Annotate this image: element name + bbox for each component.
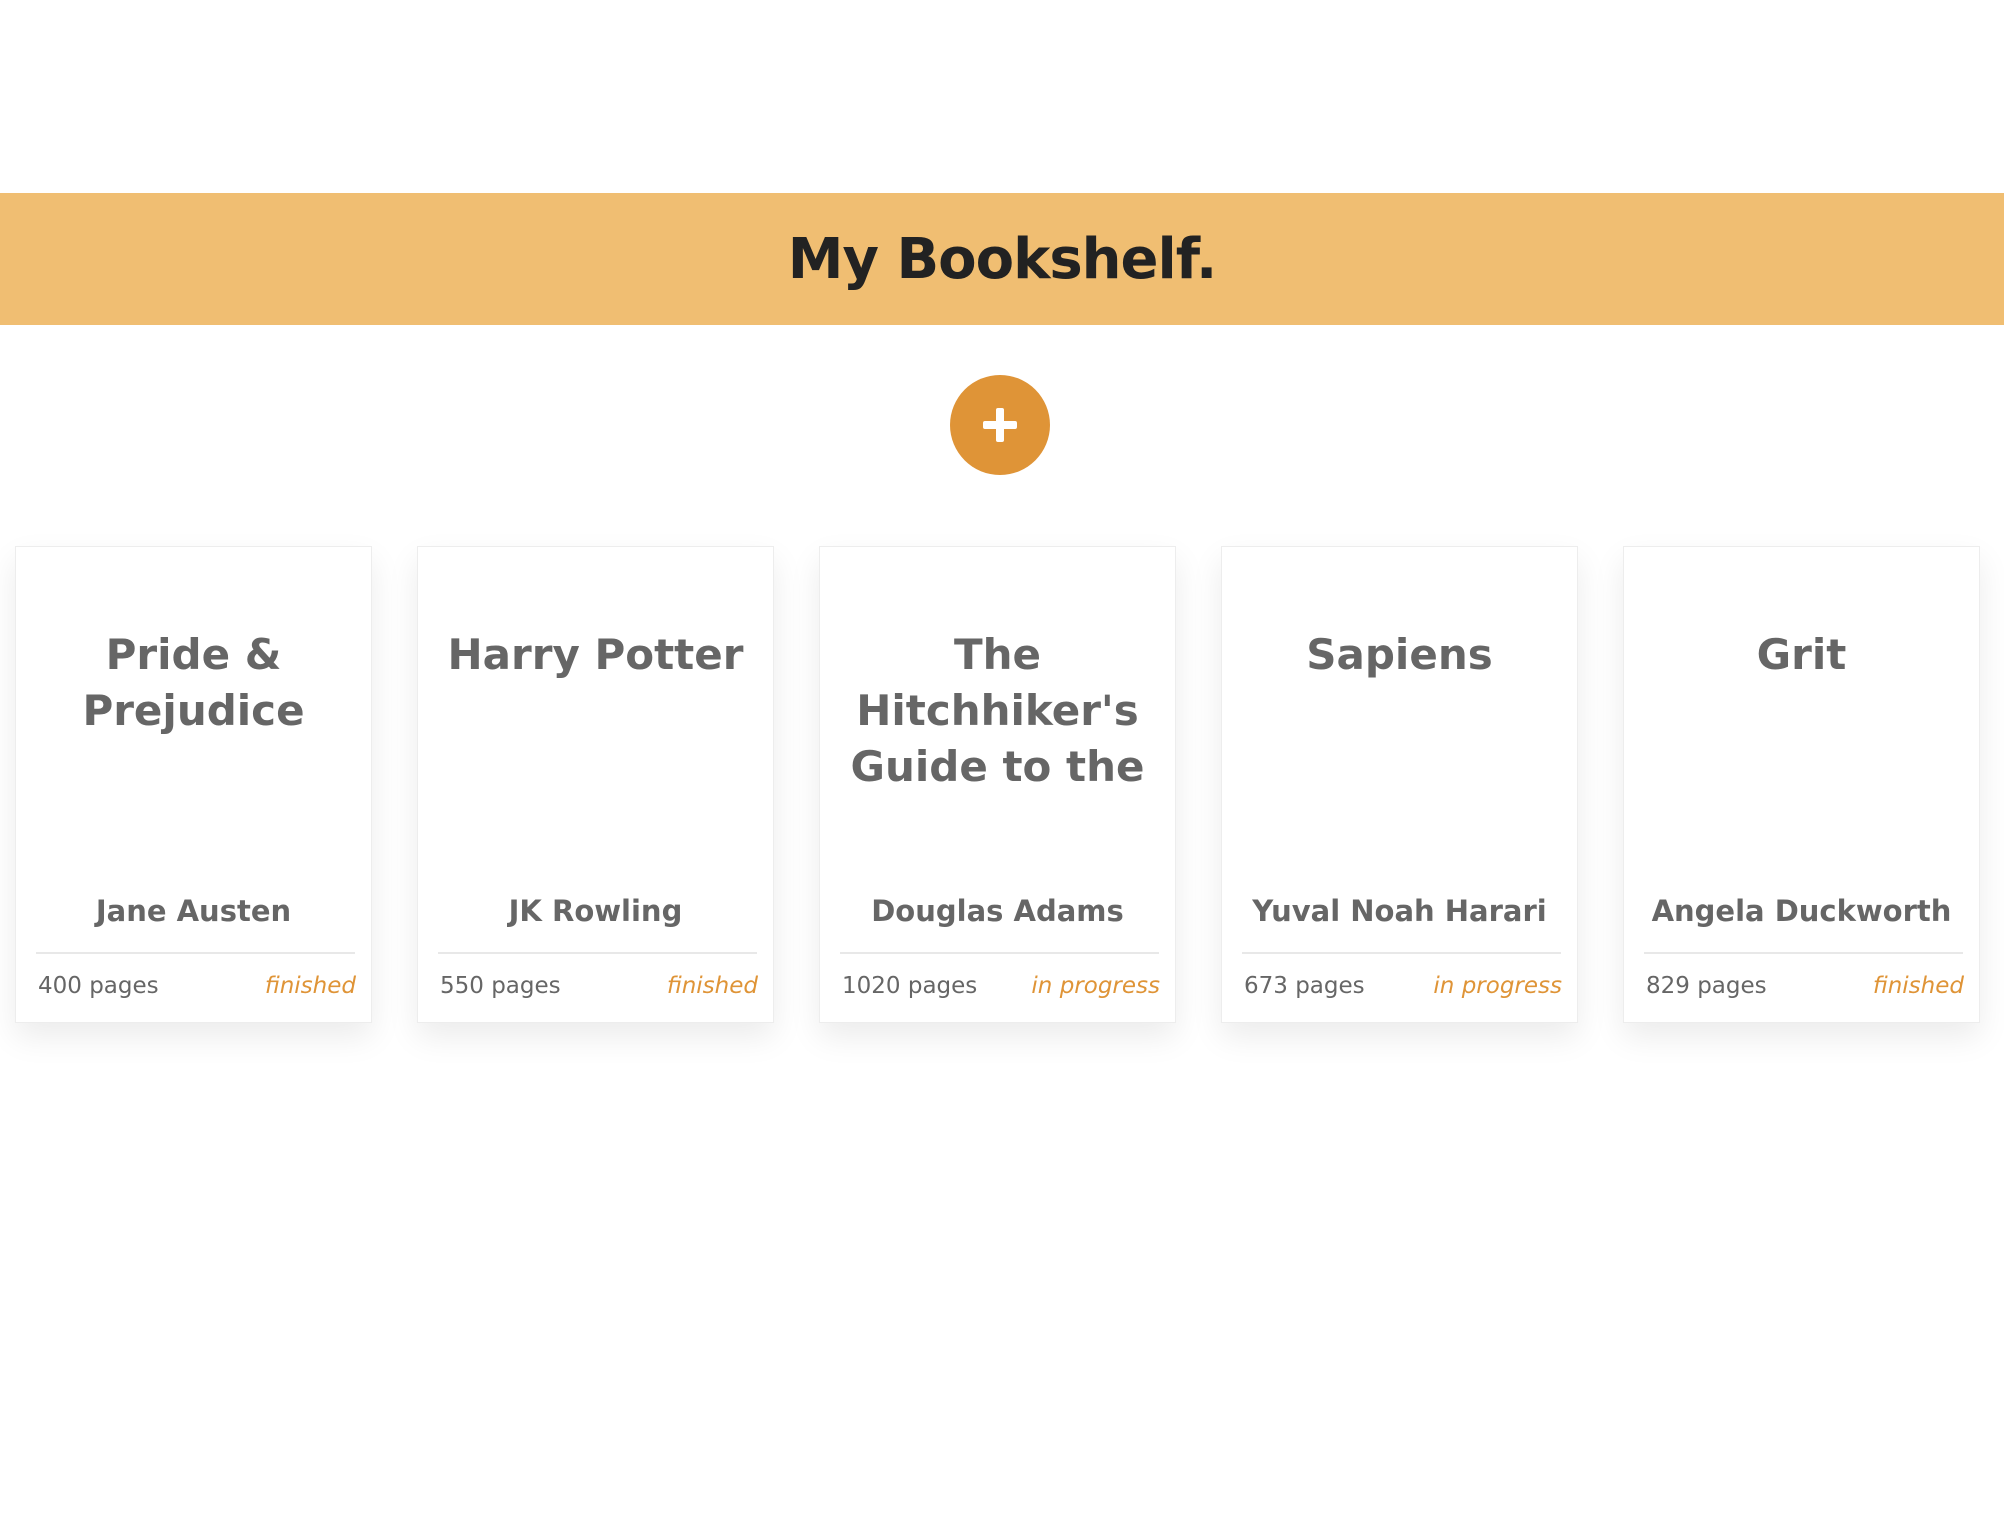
book-title: Grit [1756,630,1847,679]
book-card[interactable]: Sapiens Yuval Noah Harari 673 pages in p… [1221,546,1578,1023]
book-title: Pride & Prejudice [82,630,305,735]
book-status: finished [666,973,758,999]
book-card-list: Pride & Prejudice Jane Austen 400 pages … [15,546,1989,1023]
book-author: Yuval Noah Harari [1252,894,1547,928]
book-author: Angela Duckworth [1651,894,1952,928]
card-divider [840,952,1159,954]
book-pages: 550 pages [440,973,561,999]
book-pages: 1020 pages [842,973,978,999]
add-book-button[interactable] [950,375,1050,475]
book-author: Douglas Adams [871,894,1124,928]
book-title: Sapiens [1306,630,1493,679]
plus-icon [983,408,1017,442]
bookshelf-page: My Bookshelf. Pride & Prejudice Jane Aus… [0,0,2004,1514]
book-status: in progress [1433,973,1562,999]
book-status: in progress [1031,973,1160,999]
book-card[interactable]: The Hitchhiker's Guide to the Douglas Ad… [819,546,1176,1023]
book-card[interactable]: Pride & Prejudice Jane Austen 400 pages … [15,546,372,1023]
book-author: Jane Austen [95,894,292,928]
card-divider [1242,952,1561,954]
header-banner: My Bookshelf. [0,193,2004,325]
book-title: Harry Potter [447,630,744,679]
book-status: finished [1872,973,1964,999]
card-divider [1644,952,1963,954]
book-pages: 673 pages [1244,973,1365,999]
page-title: My Bookshelf. [787,226,1218,292]
book-pages: 829 pages [1646,973,1767,999]
book-card[interactable]: Harry Potter JK Rowling 550 pages finish… [417,546,774,1023]
book-card[interactable]: Grit Angela Duckworth 829 pages finished [1623,546,1980,1023]
book-title: The Hitchhiker's Guide to the [850,630,1145,791]
book-status: finished [264,973,356,999]
card-divider [438,952,757,954]
book-author: JK Rowling [508,894,683,928]
card-divider [36,952,355,954]
book-pages: 400 pages [38,973,159,999]
